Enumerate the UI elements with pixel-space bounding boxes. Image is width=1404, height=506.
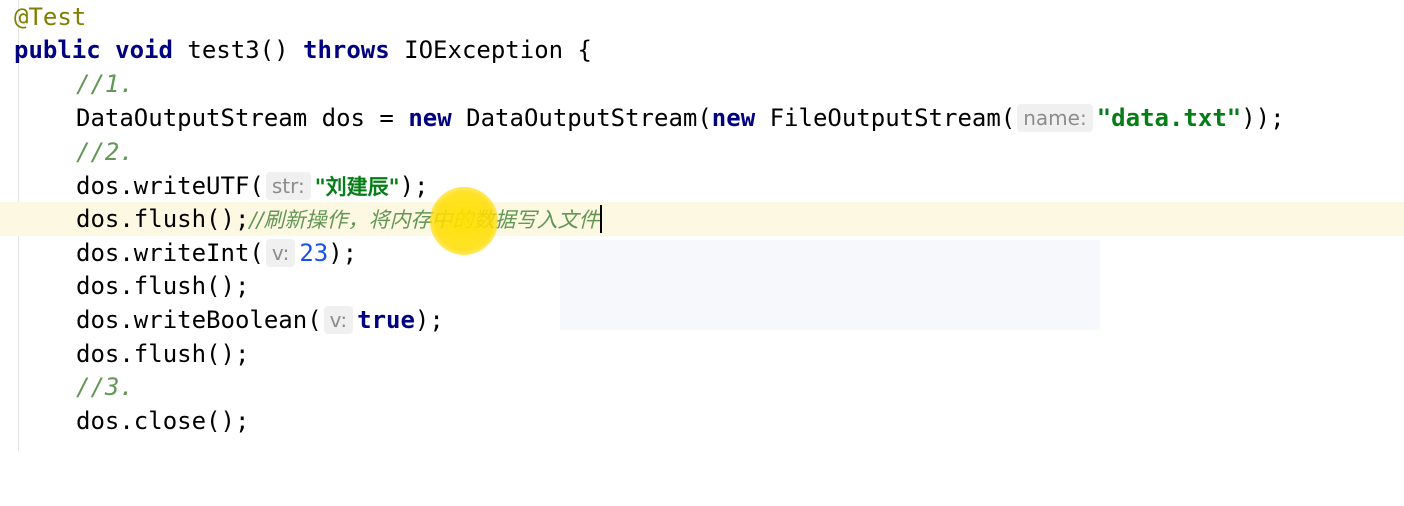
code-fragment: DataOutputStream( (451, 104, 712, 132)
parameter-hint-name: name: (1017, 104, 1093, 132)
keyword-public: public (14, 36, 101, 64)
text-caret (599, 205, 602, 233)
code-line-7-current[interactable]: dos.flush();//刷新操作，将内存中的数据写入文件 (0, 202, 1404, 236)
code-line-4[interactable]: DataOutputStream dos = new DataOutputStr… (0, 101, 1404, 135)
annotation-text: @Test (14, 3, 87, 31)
comment-flush: //刷新操作，将内存中的数据写入文件 (249, 208, 600, 232)
code-line-8[interactable]: dos.writeInt(v: 23); (0, 236, 1404, 270)
parameter-hint-v: v: (323, 306, 354, 334)
code-fragment: dos.flush(); (76, 205, 250, 233)
statement-write-boolean: dos.writeBoolean(v: true); (76, 303, 444, 337)
keyword-new: new (408, 104, 452, 132)
comment-step-1: //1. (76, 70, 134, 98)
code-fragment: dos.writeBoolean( (76, 306, 322, 334)
statement-write-utf: dos.writeUTF(str: "刘建辰"); (76, 169, 429, 204)
code-fragment: dos.writeInt( (76, 239, 264, 267)
statement-flush-with-comment: dos.flush();//刷新操作，将内存中的数据写入文件 (76, 202, 602, 237)
statement-close: dos.close(); (76, 407, 250, 435)
number-literal: 23 (299, 239, 329, 267)
comment-step-3: //3. (76, 373, 134, 401)
comment-step-2: //2. (76, 138, 134, 166)
keyword-new: new (711, 104, 756, 132)
statement-flush: dos.flush(); (76, 340, 250, 368)
code-fragment: DataOutputStream dos = (76, 104, 409, 132)
keyword-void: void (115, 36, 173, 64)
code-editor[interactable]: @Test public void test3() throws IOExcep… (0, 0, 1404, 451)
code-fragment: FileOutputStream( (755, 104, 1016, 132)
code-line-12[interactable]: //3. (0, 370, 1404, 404)
code-line-13[interactable]: dos.close(); (0, 404, 1404, 438)
code-line-1[interactable]: @Test (0, 0, 1404, 34)
code-fragment: ); (414, 306, 444, 334)
parameter-hint-v: v: (265, 239, 296, 267)
method-name: test3() (172, 36, 303, 64)
statement-create-stream: DataOutputStream dos = new DataOutputStr… (76, 101, 1285, 135)
code-line-3[interactable]: //1. (0, 67, 1404, 101)
keyword-true: true (357, 306, 415, 334)
string-literal: "刘建辰" (314, 175, 400, 199)
exception-type: IOException { (389, 36, 592, 64)
code-line-6[interactable]: dos.writeUTF(str: "刘建辰"); (0, 169, 1404, 203)
string-literal: "data.txt" (1096, 104, 1242, 132)
code-line-2[interactable]: public void test3() throws IOException { (0, 33, 1404, 67)
code-fragment: dos.writeUTF( (76, 172, 264, 200)
code-line-10[interactable]: dos.writeBoolean(v: true); (0, 303, 1404, 337)
parameter-hint-str: str: (265, 172, 311, 200)
code-line-9[interactable]: dos.flush(); (0, 269, 1404, 303)
code-fragment: ); (399, 172, 429, 200)
keyword-throws: throws (303, 36, 390, 64)
statement-write-int: dos.writeInt(v: 23); (76, 236, 357, 270)
code-line-11[interactable]: dos.flush(); (0, 337, 1404, 371)
method-signature: public void test3() throws IOException { (14, 33, 592, 67)
code-fragment: )); (1241, 104, 1285, 132)
code-line-5[interactable]: //2. (0, 135, 1404, 169)
code-fragment: ); (328, 239, 358, 267)
statement-flush: dos.flush(); (76, 272, 250, 300)
